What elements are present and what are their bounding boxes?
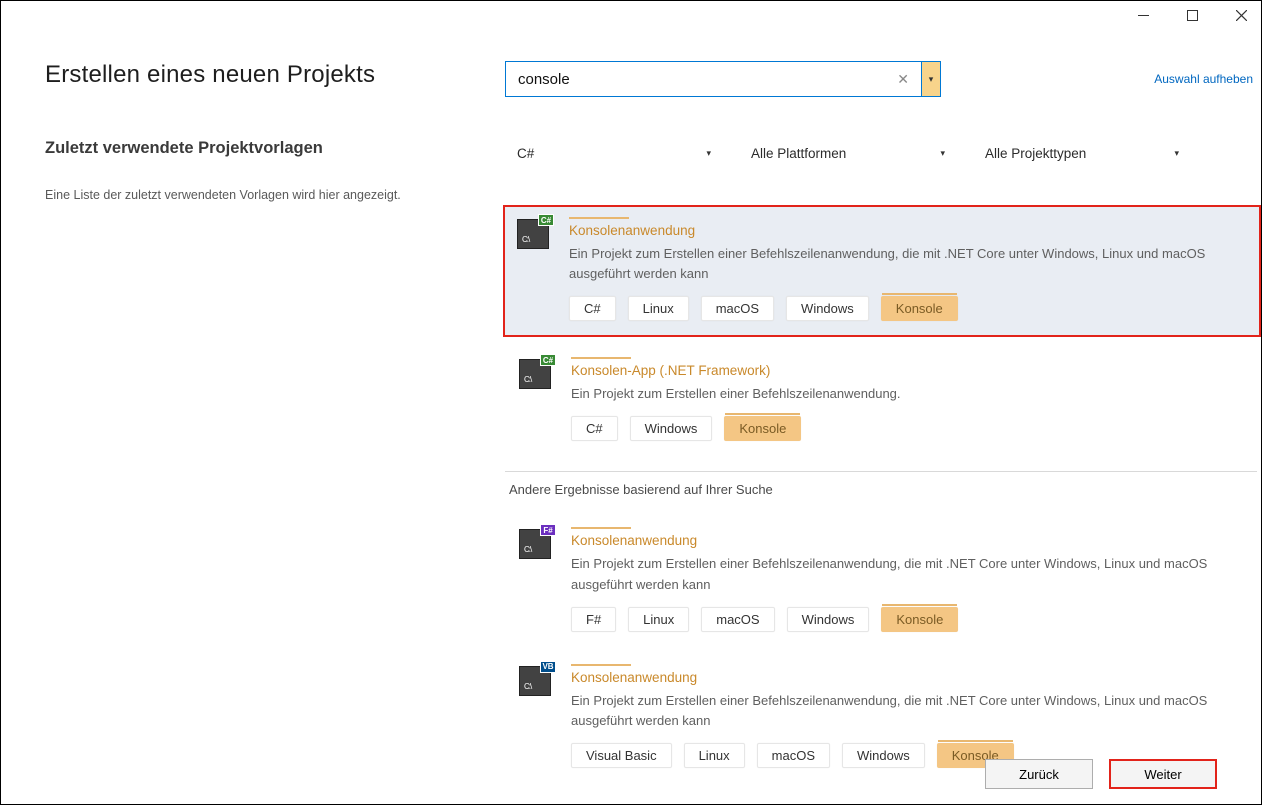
- minimize-button[interactable]: [1130, 6, 1157, 25]
- template-title: Konsolenanwendung: [571, 533, 1261, 548]
- project-type-filter-label: Alle Projekttypen: [985, 146, 1086, 161]
- template-icon: C:\VB: [519, 666, 551, 696]
- search-input[interactable]: [518, 71, 891, 88]
- page-title: Erstellen eines neuen Projekts: [45, 61, 473, 89]
- maximize-button[interactable]: [1179, 6, 1206, 25]
- chevron-down-icon: ▾: [940, 148, 945, 159]
- vb-badge-icon: VB: [540, 661, 556, 673]
- accent-bar: [571, 357, 631, 359]
- template-desc: Ein Projekt zum Erstellen einer Befehlsz…: [569, 244, 1259, 284]
- chevron-down-icon: ▾: [706, 148, 711, 159]
- project-type-filter[interactable]: Alle Projekttypen ▾: [973, 137, 1189, 169]
- main-content: Erstellen eines neuen Projekts Zuletzt v…: [1, 29, 1261, 742]
- footer: Zurück Weiter: [1, 744, 1261, 804]
- back-button[interactable]: Zurück: [985, 759, 1093, 789]
- template-icon: C:\C#: [517, 219, 549, 249]
- fsharp-badge-icon: F#: [540, 524, 556, 536]
- template-item[interactable]: C:\F# Konsolenanwendung Ein Projekt zum …: [505, 517, 1261, 645]
- next-button[interactable]: Weiter: [1109, 759, 1217, 789]
- close-button[interactable]: [1228, 6, 1255, 25]
- left-column: Erstellen eines neuen Projekts Zuletzt v…: [45, 61, 505, 742]
- search-row: ✕ ▾ Auswahl aufheben: [505, 61, 1261, 97]
- filters-row: C# ▾ Alle Plattformen ▾ Alle Projekttypen ▾: [505, 137, 1261, 169]
- template-item[interactable]: C:\C# Konsolenanwendung Ein Projekt zum …: [503, 205, 1261, 337]
- template-tags: C# Linux macOS Windows Konsole: [569, 296, 1259, 321]
- template-item[interactable]: C:\C# Konsolen-App (.NET Framework) Ein …: [505, 347, 1261, 455]
- template-icon: C:\C#: [519, 359, 551, 389]
- accent-bar: [569, 217, 629, 219]
- accent-bar: [571, 664, 631, 666]
- template-title: Konsolenanwendung: [571, 670, 1261, 685]
- tag: C#: [571, 416, 618, 441]
- template-title: Konsolen-App (.NET Framework): [571, 363, 1261, 378]
- tag: Linux: [628, 296, 689, 321]
- csharp-badge-icon: C#: [540, 354, 556, 366]
- template-desc: Ein Projekt zum Erstellen einer Befehlsz…: [571, 691, 1261, 731]
- right-column: ✕ ▾ Auswahl aufheben C# ▾ Alle Plattforme…: [505, 61, 1261, 742]
- recent-templates-heading: Zuletzt verwendete Projektvorlagen: [45, 139, 473, 158]
- search-input-container: ✕: [505, 61, 921, 97]
- template-title: Konsolenanwendung: [569, 223, 1259, 238]
- tag: C#: [569, 296, 616, 321]
- accent-bar: [571, 527, 631, 529]
- tag-highlighted: Konsole: [881, 296, 958, 321]
- template-desc: Ein Projekt zum Erstellen einer Befehlsz…: [571, 554, 1261, 594]
- csharp-badge-icon: C#: [538, 214, 554, 226]
- tag: macOS: [701, 607, 774, 632]
- template-tags: C# Windows Konsole: [571, 416, 1261, 441]
- tag-highlighted: Konsole: [724, 416, 801, 441]
- separator: [505, 471, 1257, 472]
- template-desc: Ein Projekt zum Erstellen einer Befehlsz…: [571, 384, 1261, 404]
- template-icon: C:\F#: [519, 529, 551, 559]
- chevron-down-icon: ▾: [1174, 148, 1179, 159]
- tag: macOS: [701, 296, 774, 321]
- recent-templates-message: Eine Liste der zuletzt verwendeten Vorla…: [45, 186, 405, 205]
- tag: Linux: [628, 607, 689, 632]
- template-body: Konsolenanwendung Ein Projekt zum Erstel…: [569, 217, 1259, 321]
- tag: Windows: [630, 416, 713, 441]
- chevron-down-icon: ▾: [929, 74, 934, 85]
- platform-filter-label: Alle Plattformen: [751, 146, 846, 161]
- clear-selection-link[interactable]: Auswahl aufheben: [1154, 72, 1253, 86]
- clear-search-icon[interactable]: ✕: [891, 71, 915, 88]
- language-filter-label: C#: [517, 146, 534, 161]
- search-dropdown-button[interactable]: ▾: [921, 61, 941, 97]
- tag: Windows: [787, 607, 870, 632]
- search-wrap: ✕ ▾: [505, 61, 941, 97]
- tag: F#: [571, 607, 616, 632]
- language-filter[interactable]: C# ▾: [505, 137, 721, 169]
- template-body: Konsolen-App (.NET Framework) Ein Projek…: [571, 357, 1261, 441]
- tag-highlighted: Konsole: [881, 607, 958, 632]
- other-results-heading: Andere Ergebnisse basierend auf Ihrer Su…: [509, 482, 1261, 497]
- template-body: Konsolenanwendung Ein Projekt zum Erstel…: [571, 527, 1261, 631]
- titlebar: [1, 1, 1261, 29]
- template-tags: F# Linux macOS Windows Konsole: [571, 607, 1261, 632]
- tag: Windows: [786, 296, 869, 321]
- platform-filter[interactable]: Alle Plattformen ▾: [739, 137, 955, 169]
- template-results: C:\C# Konsolenanwendung Ein Projekt zum …: [505, 205, 1261, 782]
